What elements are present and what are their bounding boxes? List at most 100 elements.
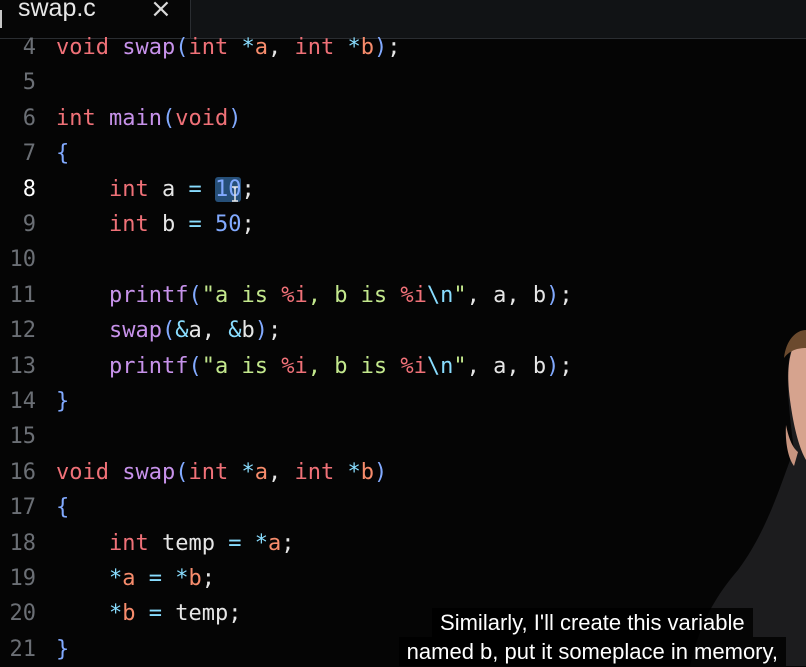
- code-token: int: [108, 176, 149, 202]
- code-token: temp: [148, 530, 229, 556]
- code-line[interactable]: 16 void swap(int *a, int *b): [0, 455, 806, 490]
- code-token: b: [188, 566, 202, 591]
- code-token: (: [188, 353, 202, 379]
- code-token: ": [453, 353, 467, 379]
- code-token: ): [254, 318, 268, 344]
- code-token: =: [148, 601, 162, 627]
- code-token: ,: [267, 35, 295, 60]
- code-token: ): [546, 282, 560, 308]
- code-token: *: [241, 459, 255, 485]
- code-token: {: [56, 141, 70, 167]
- code-line[interactable]: 14}: [0, 384, 806, 419]
- code-token: ,: [267, 459, 295, 485]
- code-line[interactable]: 15: [0, 419, 806, 454]
- line-number: 15: [9, 424, 37, 450]
- subtitle-line-2: named b, put it someplace in memory,: [398, 637, 786, 666]
- code-token: "a is: [201, 353, 282, 379]
- code-token: , b is: [307, 353, 401, 379]
- code-token: , a, b: [466, 353, 547, 379]
- code-line[interactable]: 10: [0, 242, 806, 277]
- code-line[interactable]: 12 swap(&a, &b);: [0, 313, 806, 348]
- line-number: 16: [9, 459, 37, 485]
- code-token: ;: [387, 35, 401, 60]
- code-line[interactable]: 5: [0, 65, 806, 100]
- code-token: }: [56, 389, 70, 414]
- code-token: ;: [241, 176, 255, 202]
- code-line[interactable]: 19 *a = *b;: [0, 561, 806, 596]
- close-icon[interactable]: ×: [150, 0, 172, 24]
- code-token: *: [108, 566, 123, 591]
- line-number: 13: [9, 353, 37, 379]
- code-text: int b = 50;: [56, 207, 255, 242]
- code-token: void: [175, 105, 229, 131]
- tab-label: swap.c: [18, 0, 96, 22]
- code-text: {: [56, 136, 69, 171]
- code-line[interactable]: 7{: [0, 136, 806, 171]
- line-number: 4: [22, 35, 36, 60]
- code-line[interactable]: 17 {: [0, 490, 806, 525]
- code-line[interactable]: 13 printf("a is %i, b is %i\n", a, b);: [0, 349, 806, 384]
- code-token: "a is: [201, 282, 282, 308]
- code-token: a: [122, 566, 136, 591]
- code-token: =: [188, 212, 202, 237]
- code-token: ): [373, 459, 388, 485]
- code-line[interactable]: 11 printf("a is %i, b is %i\n", a, b);: [0, 278, 806, 313]
- code-line[interactable]: 18 int temp = *a;: [0, 526, 806, 561]
- code-token: a: [148, 176, 189, 202]
- code-token: ): [546, 353, 560, 379]
- line-number: 9: [22, 212, 36, 237]
- code-line[interactable]: 4 void swap(int *a, int *b);: [0, 30, 806, 65]
- code-token: 50: [214, 212, 242, 237]
- code-token: temp;: [161, 601, 242, 627]
- code-token: b: [360, 459, 374, 485]
- code-token: *: [347, 35, 361, 60]
- code-token: %i: [400, 282, 427, 308]
- code-token: b: [241, 318, 255, 344]
- code-token: ": [453, 282, 467, 308]
- code-token: a: [254, 35, 268, 60]
- code-token: (: [161, 318, 176, 344]
- code-token: , b is: [307, 282, 401, 308]
- code-token: ;: [281, 530, 295, 556]
- code-token: , a, b: [466, 282, 547, 308]
- code-token: int: [56, 105, 96, 131]
- code-token: =: [148, 566, 162, 591]
- code-text: int temp = *a;: [56, 526, 294, 561]
- code-token: *: [347, 459, 361, 485]
- code-token: ;: [559, 353, 573, 379]
- code-token: =: [228, 530, 242, 556]
- code-token: void: [56, 35, 109, 60]
- code-editor[interactable]: 4 void swap(int *a, int *b); 5 6 int main(vo…: [0, 30, 806, 666]
- code-token: printf: [108, 282, 189, 308]
- line-number: 6: [22, 105, 36, 131]
- file-icon: [0, 10, 2, 28]
- code-text: {: [56, 490, 69, 525]
- code-token: int: [294, 459, 335, 485]
- code-text: *b = temp;: [56, 596, 241, 631]
- code-token: *: [175, 566, 189, 591]
- line-number: 8: [22, 176, 36, 202]
- code-text: printf("a is %i, b is %i\n", a, b);: [56, 349, 573, 384]
- line-number: 10: [9, 247, 37, 273]
- code-token: int: [188, 459, 229, 485]
- code-line[interactable]: 8 int a = 10;: [0, 172, 806, 207]
- code-text: swap(&a, &b);: [56, 313, 281, 348]
- code-token: b: [148, 212, 189, 237]
- code-token: =: [188, 176, 202, 202]
- code-line[interactable]: 6 int main(void): [0, 101, 806, 136]
- code-token: b: [360, 35, 374, 60]
- code-line[interactable]: 9 int b = 50;: [0, 207, 806, 242]
- code-token: (: [161, 105, 176, 131]
